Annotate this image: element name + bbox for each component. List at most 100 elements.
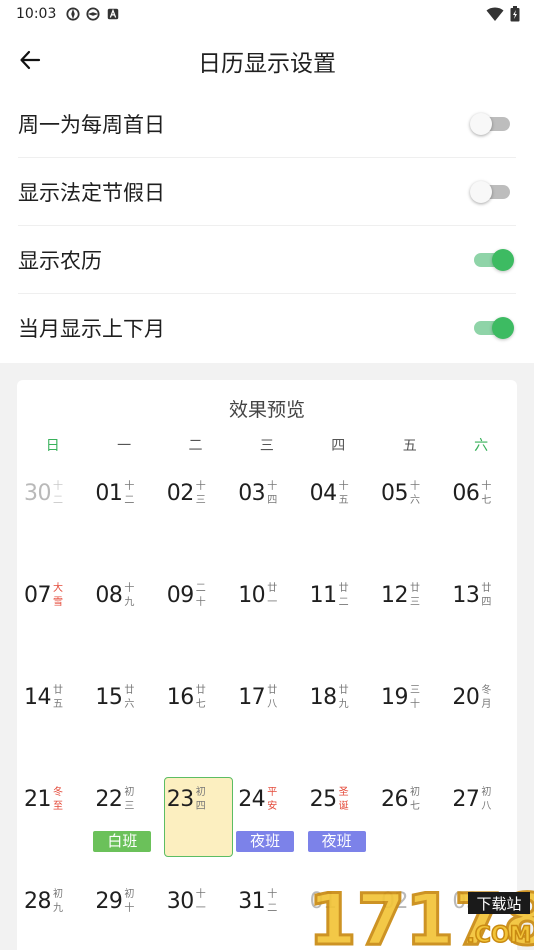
- day-number: 10: [238, 583, 266, 608]
- weekday-header: 日一二三四五六: [17, 435, 517, 455]
- calendar-day[interactable]: 07 大雪: [17, 575, 88, 677]
- day-number: 19: [381, 685, 409, 710]
- calendar-day[interactable]: 10 廿一: [231, 575, 302, 677]
- weekday-label: 日: [45, 438, 60, 454]
- settings-list: 周一为每周首日 显示法定节假日 显示农历 当月显示上下月: [0, 90, 534, 362]
- setting-show-adjacent-months[interactable]: 当月显示上下月: [18, 294, 516, 362]
- day-number: 17: [238, 685, 266, 710]
- calendar-day[interactable]: 17 廿八: [231, 677, 302, 779]
- weekday-label: 一: [117, 438, 132, 454]
- day-number: 15: [95, 685, 123, 710]
- day-number: 23: [166, 787, 195, 812]
- day-number: 02: [166, 481, 195, 506]
- lunar-date: 初三: [124, 787, 135, 812]
- calendar-day[interactable]: 31 十二: [231, 881, 302, 950]
- setting-label: 周一为每周首日: [18, 112, 165, 137]
- day-number: 16: [166, 685, 195, 710]
- setting-show-holidays[interactable]: 显示法定节假日: [18, 158, 516, 226]
- setting-show-lunar[interactable]: 显示农历: [18, 226, 516, 294]
- day-number: 03: [238, 481, 266, 506]
- day-number: 20: [452, 685, 480, 710]
- calendar-day[interactable]: 03 十四: [231, 473, 302, 575]
- calendar-day[interactable]: 12 廿三: [374, 575, 445, 677]
- day-number: 04: [309, 481, 338, 506]
- calendar-day-today[interactable]: 23 初四: [160, 777, 233, 881]
- calendar-day[interactable]: 24 平安夜班: [231, 779, 302, 881]
- toggle-show-adjacent-months[interactable]: [470, 316, 514, 340]
- weekday-label: 四: [331, 438, 346, 454]
- shift-badge: 夜班: [236, 831, 295, 852]
- lunar-date: 十一: [195, 889, 206, 914]
- day-number: 21: [24, 787, 52, 812]
- svg-text:下载站: 下载站: [476, 895, 521, 913]
- app-bar: 日历显示设置: [0, 28, 534, 92]
- calendar-day[interactable]: 18 廿九: [303, 677, 374, 779]
- calendar-day[interactable]: 28 初九: [17, 881, 88, 950]
- toggle-show-lunar[interactable]: [470, 248, 514, 272]
- lunar-date: 冬至: [53, 787, 63, 812]
- calendar-day[interactable]: 11 廿二: [303, 575, 374, 677]
- lunar-date: 廿四: [481, 583, 492, 608]
- day-number: 30: [166, 889, 195, 914]
- day-number: 24: [238, 787, 266, 812]
- calendar-day[interactable]: 08 十九: [88, 575, 159, 677]
- day-number: 29: [95, 889, 123, 914]
- calendar-day[interactable]: 06 十七: [445, 473, 516, 575]
- calendar-day[interactable]: 30 十二: [17, 473, 88, 575]
- lunar-date: 圣诞: [338, 787, 349, 812]
- calendar-day[interactable]: 22 初三白班: [88, 779, 159, 881]
- lunar-date: 十九: [124, 583, 135, 608]
- app-notification-icon: [66, 7, 80, 21]
- day-number: 31: [238, 889, 266, 914]
- calendar-day[interactable]: 19 三十: [374, 677, 445, 779]
- lunar-date: 初七: [410, 787, 420, 812]
- lunar-date: 廿八: [267, 685, 278, 710]
- day-number: 06: [452, 481, 480, 506]
- status-time: 10:03: [16, 6, 57, 22]
- calendar-day[interactable]: 05 十六: [374, 473, 445, 575]
- day-number: 13: [452, 583, 480, 608]
- day-number: 09: [166, 583, 195, 608]
- setting-label: 当月显示上下月: [18, 317, 165, 341]
- calendar-day[interactable]: 29 初十: [88, 881, 159, 950]
- shift-badge: 夜班: [307, 831, 366, 852]
- day-number: 27: [452, 787, 480, 812]
- lunar-date: 平安: [267, 787, 278, 812]
- lunar-date: 冬月: [481, 685, 492, 710]
- page-title: 日历显示设置: [198, 51, 336, 77]
- day-number: 30: [24, 481, 52, 506]
- preview-title: 效果预览: [228, 399, 305, 421]
- lunar-date: 初十: [124, 889, 135, 914]
- status-right: [486, 6, 520, 22]
- day-number: 01: [95, 481, 123, 506]
- setting-monday-first[interactable]: 周一为每周首日: [18, 90, 516, 158]
- toggle-show-holidays[interactable]: [470, 180, 514, 204]
- toggle-monday-first[interactable]: [470, 112, 514, 136]
- calendar-day[interactable]: 04 十五: [303, 473, 374, 575]
- lunar-date: 十二: [53, 481, 63, 506]
- calendar-day[interactable]: 02 十三: [160, 473, 231, 575]
- calendar-day[interactable]: 15 廿六: [88, 677, 159, 779]
- wifi-icon: [486, 7, 504, 21]
- lunar-date: 廿六: [124, 685, 135, 710]
- calendar-day[interactable]: 16 廿七: [160, 677, 231, 779]
- calendar-day[interactable]: 20 冬月: [445, 677, 516, 779]
- calendar-day[interactable]: 13 廿四: [445, 575, 516, 677]
- calendar-day[interactable]: 09 二十: [160, 575, 231, 677]
- lunar-date: 三十: [410, 685, 420, 710]
- lunar-date: 十二: [124, 481, 135, 506]
- lunar-date: 初四: [195, 787, 206, 812]
- weekday-label: 六: [474, 438, 489, 454]
- day-number: 07: [24, 583, 52, 608]
- lunar-date: 十三: [195, 481, 206, 506]
- lunar-date: 十二: [267, 889, 278, 914]
- calendar-day[interactable]: 01 十二: [88, 473, 159, 575]
- day-number: 08: [95, 583, 123, 608]
- weekday-label: 三: [259, 438, 274, 454]
- day-number: 22: [95, 787, 123, 812]
- calendar-day[interactable]: 14 廿五: [17, 677, 88, 779]
- shift-badge: 白班: [93, 831, 152, 852]
- calendar-day[interactable]: 21 冬至: [17, 779, 88, 881]
- calendar-day[interactable]: 30 十一: [160, 881, 231, 950]
- day-number: 25: [309, 787, 338, 812]
